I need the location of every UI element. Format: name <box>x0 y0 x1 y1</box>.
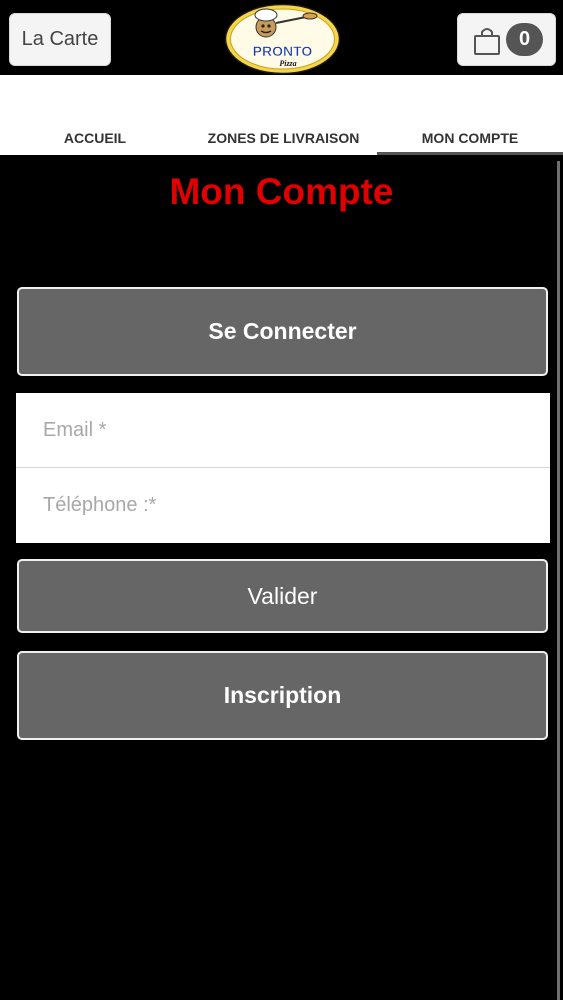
login-form <box>16 393 550 543</box>
cart-count-badge: 0 <box>506 23 543 56</box>
tab-zones-de-livraison[interactable]: ZONES DE LIVRAISON <box>190 75 377 155</box>
top-bar: La Carte PRONTO Pizza 0 <box>0 0 563 75</box>
tab-bar: ACCUEIL ZONES DE LIVRAISON MON COMPTE <box>0 75 563 155</box>
tab-accueil[interactable]: ACCUEIL <box>0 75 190 155</box>
email-field-row <box>16 393 550 467</box>
submit-button[interactable]: Valider <box>17 559 548 633</box>
menu-button[interactable]: La Carte <box>9 13 111 66</box>
shopping-bag-icon <box>474 28 500 55</box>
page-title: Mon Compte <box>169 171 394 212</box>
brand-logo[interactable]: PRONTO Pizza <box>224 3 341 75</box>
app-root: La Carte PRONTO Pizza 0 ACCUEIL ZONES DE… <box>0 0 563 1000</box>
brand-logo-image: PRONTO Pizza <box>224 3 341 75</box>
scrollbar[interactable] <box>557 161 560 1000</box>
main-content: Mon Compte Se Connecter Valider Inscript… <box>0 155 563 1000</box>
email-input[interactable] <box>41 417 525 443</box>
logo-tagline-text: Pizza <box>279 59 296 68</box>
signup-button[interactable]: Inscription <box>17 651 548 740</box>
login-button[interactable]: Se Connecter <box>17 287 548 376</box>
cart-button[interactable]: 0 <box>457 13 556 66</box>
logo-brand-text: PRONTO <box>253 43 313 59</box>
phone-field-row <box>16 468 550 542</box>
phone-input[interactable] <box>41 492 525 518</box>
tab-mon-compte[interactable]: MON COMPTE <box>377 75 563 155</box>
